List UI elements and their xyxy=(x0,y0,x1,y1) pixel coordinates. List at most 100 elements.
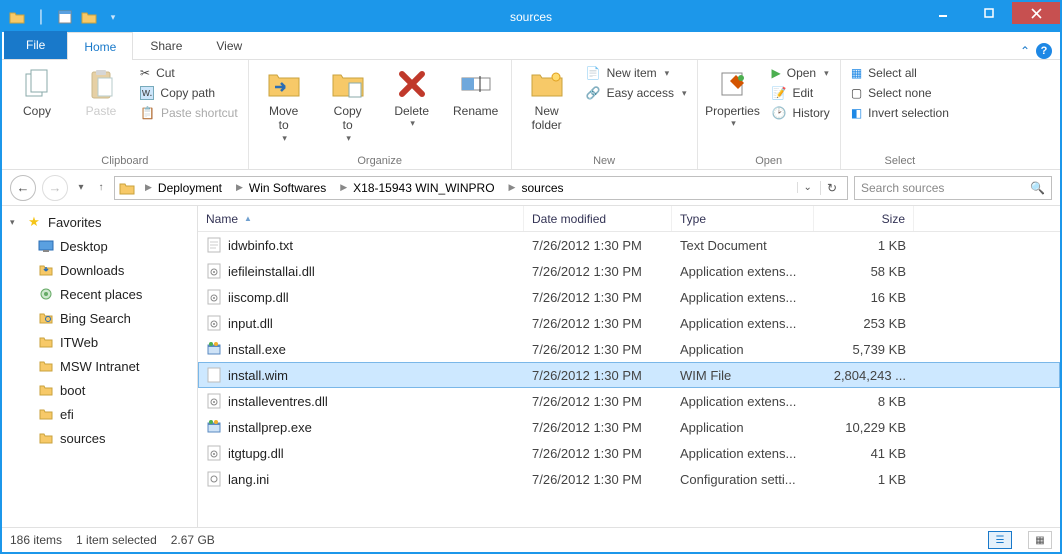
history-button[interactable]: 🕑History xyxy=(768,104,834,122)
nav-pane[interactable]: ▾ ★ Favorites DesktopDownloadsRecent pla… xyxy=(2,206,198,527)
nav-favorites-header[interactable]: ▾ ★ Favorites xyxy=(2,210,197,234)
breadcrumb[interactable]: ▶Win Softwares xyxy=(228,181,330,195)
refresh-button[interactable]: ↻ xyxy=(820,181,843,195)
file-type: Application xyxy=(672,342,814,357)
recent-locations-button[interactable]: ▾ xyxy=(74,176,88,200)
breadcrumb[interactable]: ▶sources xyxy=(501,181,568,195)
paste-shortcut-label: Paste shortcut xyxy=(161,106,238,120)
search-icon: 🔍 xyxy=(1030,181,1045,195)
collapse-icon[interactable]: ▾ xyxy=(10,217,20,228)
open-button[interactable]: ▶Open xyxy=(768,64,834,82)
file-icon xyxy=(206,289,222,305)
file-size: 1 KB xyxy=(814,238,914,253)
nav-item[interactable]: efi xyxy=(2,402,197,426)
copy-to-button[interactable]: Copy to xyxy=(319,64,377,144)
breadcrumb-label: Deployment xyxy=(158,181,222,195)
details-view-button[interactable]: ☰ xyxy=(988,531,1012,549)
address-bar[interactable]: ▶Deployment ▶Win Softwares ▶X18-15943 WI… xyxy=(114,176,848,200)
nav-item[interactable]: sources xyxy=(2,426,197,450)
select-none-icon: ▢ xyxy=(851,86,862,100)
forward-button[interactable]: → xyxy=(42,175,68,201)
copy-button[interactable]: Copy xyxy=(8,64,66,118)
table-row[interactable]: installeventres.dll7/26/2012 1:30 PMAppl… xyxy=(198,388,1060,414)
address-dropdown-button[interactable]: ⌄ xyxy=(797,182,818,193)
minimize-button[interactable] xyxy=(920,2,966,24)
file-list[interactable]: idwbinfo.txt7/26/2012 1:30 PMText Docume… xyxy=(198,232,1060,527)
nav-item-icon xyxy=(38,238,54,254)
close-button[interactable] xyxy=(1012,2,1060,24)
status-selection-size: 2.67 GB xyxy=(171,533,215,547)
qat-dropdown-icon[interactable]: ▾ xyxy=(102,6,124,28)
delete-button[interactable]: Delete xyxy=(383,64,441,129)
file-icon xyxy=(206,341,222,357)
table-row[interactable]: iefileinstallai.dll7/26/2012 1:30 PMAppl… xyxy=(198,258,1060,284)
up-button[interactable]: ↑ xyxy=(94,176,108,200)
edit-button[interactable]: 📝Edit xyxy=(768,84,834,102)
properties-icon[interactable] xyxy=(54,6,76,28)
rename-button[interactable]: Rename xyxy=(447,64,505,118)
help-icon[interactable]: ? xyxy=(1036,43,1052,59)
move-to-button[interactable]: Move to xyxy=(255,64,313,144)
file-size: 16 KB xyxy=(814,290,914,305)
nav-item[interactable]: Desktop xyxy=(2,234,197,258)
nav-item[interactable]: ITWeb xyxy=(2,330,197,354)
column-date[interactable]: Date modified xyxy=(524,206,672,231)
nav-item-label: sources xyxy=(60,431,106,446)
paste-shortcut-button[interactable]: 📋 Paste shortcut xyxy=(136,104,242,122)
new-folder-button[interactable]: New folder xyxy=(518,64,576,133)
paste-label: Paste xyxy=(86,104,117,118)
file-name: iefileinstallai.dll xyxy=(228,264,315,279)
table-row[interactable]: install.exe7/26/2012 1:30 PMApplication5… xyxy=(198,336,1060,362)
search-placeholder: Search sources xyxy=(861,181,1030,195)
cut-button[interactable]: ✂Cut xyxy=(136,64,242,82)
nav-item-label: MSW Intranet xyxy=(60,359,139,374)
new-item-button[interactable]: 📄New item xyxy=(582,64,691,82)
back-button[interactable]: ← xyxy=(10,175,36,201)
search-input[interactable]: Search sources 🔍 xyxy=(854,176,1052,200)
nav-item[interactable]: Recent places xyxy=(2,282,197,306)
table-row[interactable]: lang.ini7/26/2012 1:30 PMConfiguration s… xyxy=(198,466,1060,492)
properties-button[interactable]: Properties xyxy=(704,64,762,129)
chevron-right-icon: ▶ xyxy=(232,182,247,193)
open-icon: ▶ xyxy=(772,66,781,80)
breadcrumb-label: X18-15943 WIN_WINPRO xyxy=(353,181,494,195)
file-menu[interactable]: File xyxy=(4,31,67,59)
invert-selection-button[interactable]: ◧Invert selection xyxy=(847,104,953,122)
file-date: 7/26/2012 1:30 PM xyxy=(524,446,672,461)
maximize-button[interactable] xyxy=(966,2,1012,24)
properties-icon xyxy=(715,66,751,102)
table-row[interactable]: install.wim7/26/2012 1:30 PMWIM File2,80… xyxy=(198,362,1060,388)
table-row[interactable]: idwbinfo.txt7/26/2012 1:30 PMText Docume… xyxy=(198,232,1060,258)
tab-view[interactable]: View xyxy=(199,31,259,59)
nav-item[interactable]: boot xyxy=(2,378,197,402)
nav-item-icon xyxy=(38,310,54,326)
table-row[interactable]: iiscomp.dll7/26/2012 1:30 PMApplication … xyxy=(198,284,1060,310)
tab-home[interactable]: Home xyxy=(67,32,133,60)
column-name[interactable]: Name▲ xyxy=(198,206,524,231)
copy-path-button[interactable]: w.Copy path xyxy=(136,84,242,102)
select-all-button[interactable]: ▦Select all xyxy=(847,64,953,82)
table-row[interactable]: input.dll7/26/2012 1:30 PMApplication ex… xyxy=(198,310,1060,336)
table-row[interactable]: itgtupg.dll7/26/2012 1:30 PMApplication … xyxy=(198,440,1060,466)
paste-button[interactable]: Paste xyxy=(72,64,130,118)
column-size[interactable]: Size xyxy=(814,206,914,231)
table-row[interactable]: installprep.exe7/26/2012 1:30 PMApplicat… xyxy=(198,414,1060,440)
copy-label: Copy xyxy=(23,104,51,118)
file-name: input.dll xyxy=(228,316,273,331)
column-type[interactable]: Type xyxy=(672,206,814,231)
easy-access-button[interactable]: 🔗Easy access xyxy=(582,84,691,102)
invert-selection-icon: ◧ xyxy=(851,106,862,120)
window-buttons xyxy=(920,2,1060,26)
select-none-button[interactable]: ▢Select none xyxy=(847,84,953,102)
new-folder-icon[interactable] xyxy=(78,6,100,28)
nav-item[interactable]: MSW Intranet xyxy=(2,354,197,378)
breadcrumb[interactable]: ▶Deployment xyxy=(137,181,226,195)
thumbnails-view-button[interactable]: ▦ xyxy=(1028,531,1052,549)
nav-item[interactable]: Bing Search xyxy=(2,306,197,330)
tab-share[interactable]: Share xyxy=(133,31,199,59)
paste-shortcut-icon: 📋 xyxy=(140,106,155,120)
ribbon-collapse-icon[interactable]: ⌃ xyxy=(1020,44,1030,58)
breadcrumb[interactable]: ▶X18-15943 WIN_WINPRO xyxy=(332,181,498,195)
nav-item[interactable]: Downloads xyxy=(2,258,197,282)
ribbon-group-clipboard: Copy Paste ✂Cut w.Copy path 📋 Paste short… xyxy=(2,60,249,169)
